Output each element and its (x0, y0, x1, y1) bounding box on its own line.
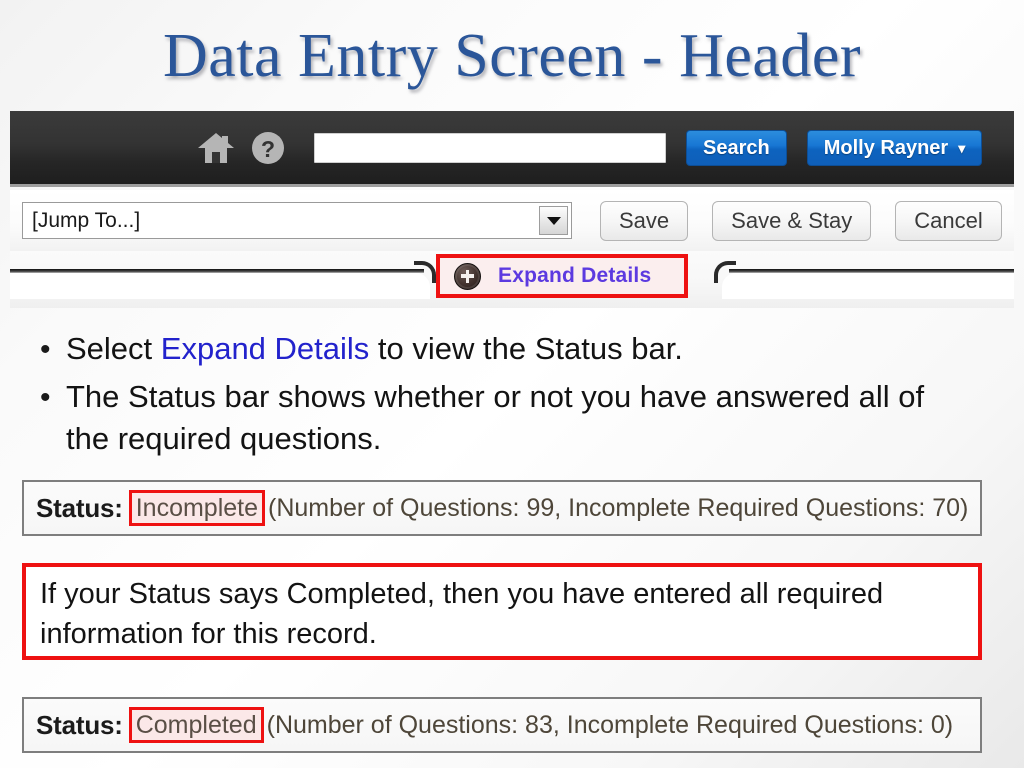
save-button-label: Save (619, 207, 670, 233)
page-title: Data Entry Screen - Header (0, 6, 1024, 106)
search-button-label: Search (703, 136, 770, 159)
cancel-button[interactable]: Cancel (895, 200, 1002, 241)
save-button[interactable]: Save (600, 200, 689, 241)
save-and-stay-button[interactable]: Save & Stay (712, 200, 872, 241)
search-button[interactable]: Search (686, 129, 787, 166)
list-item: • Select Expand Details to view the Stat… (28, 328, 928, 371)
tab-strip: Expand Details (10, 251, 1014, 308)
status-detail: (Number of Questions: 83, Incomplete Req… (266, 710, 954, 739)
page-title-text: Data Entry Screen - Header (162, 22, 862, 90)
bullet-text: Select Expand Details to view the Status… (66, 328, 683, 370)
cancel-button-label: Cancel (914, 207, 983, 233)
status-detail: (Number of Questions: 99, Incomplete Req… (268, 493, 969, 522)
expand-details-tab[interactable]: Expand Details (436, 254, 688, 298)
jump-to-select[interactable]: [Jump To...] (22, 202, 572, 239)
bullet-list: • Select Expand Details to view the Stat… (28, 328, 928, 465)
app-action-bar: [Jump To...] Save Save & Stay Cancel (10, 190, 1014, 251)
status-badge: Status: Completed (Number of Questions: … (22, 697, 982, 753)
app-toolbar: ? Search Molly Rayner ▾ (10, 111, 1014, 187)
search-input[interactable] (314, 132, 666, 163)
plus-circle-icon (454, 262, 481, 290)
user-menu-button[interactable]: Molly Rayner ▾ (806, 129, 983, 166)
chevron-down-icon: ▾ (958, 139, 966, 156)
status-value: Incomplete (128, 490, 266, 526)
callout-text: If your Status says Completed, then you … (40, 578, 884, 650)
bullet-text-post: to view the Status bar. (369, 331, 683, 366)
help-question-icon[interactable]: ? (248, 128, 288, 168)
tab-panel-left (10, 273, 430, 299)
plus-vertical-bar (465, 269, 470, 283)
bullet-marker: • (40, 333, 51, 366)
expand-details-label: Expand Details (498, 264, 652, 287)
tab-panel-right (722, 273, 1014, 299)
application-screenshot: ? Search Molly Rayner ▾ [Jump To...] Sav… (10, 111, 1014, 308)
svg-text:?: ? (261, 136, 275, 162)
bullet-text-highlight: Expand Details (160, 331, 370, 366)
user-menu-label: Molly Rayner (823, 136, 949, 159)
save-and-stay-button-label: Save & Stay (731, 207, 853, 233)
tab-corner-right (714, 261, 736, 283)
status-value: Completed (128, 707, 264, 743)
status-badge: Status: Incomplete (Number of Questions:… (22, 480, 982, 536)
jump-to-value: [Jump To...] (32, 209, 141, 232)
bullet-text-pre: Select (66, 331, 161, 366)
bullet-marker: • (40, 381, 51, 414)
tab-corner-left (414, 261, 436, 283)
list-item: • The Status bar shows whether or not yo… (28, 376, 928, 460)
status-label: Status: (36, 492, 123, 523)
callout-box: If your Status says Completed, then you … (22, 563, 982, 660)
status-label: Status: (36, 709, 123, 740)
bullet-text: The Status bar shows whether or not you … (66, 379, 925, 456)
home-icon[interactable] (196, 128, 236, 168)
chevron-down-icon[interactable] (539, 206, 568, 235)
triangle-down-glyph (546, 216, 561, 225)
